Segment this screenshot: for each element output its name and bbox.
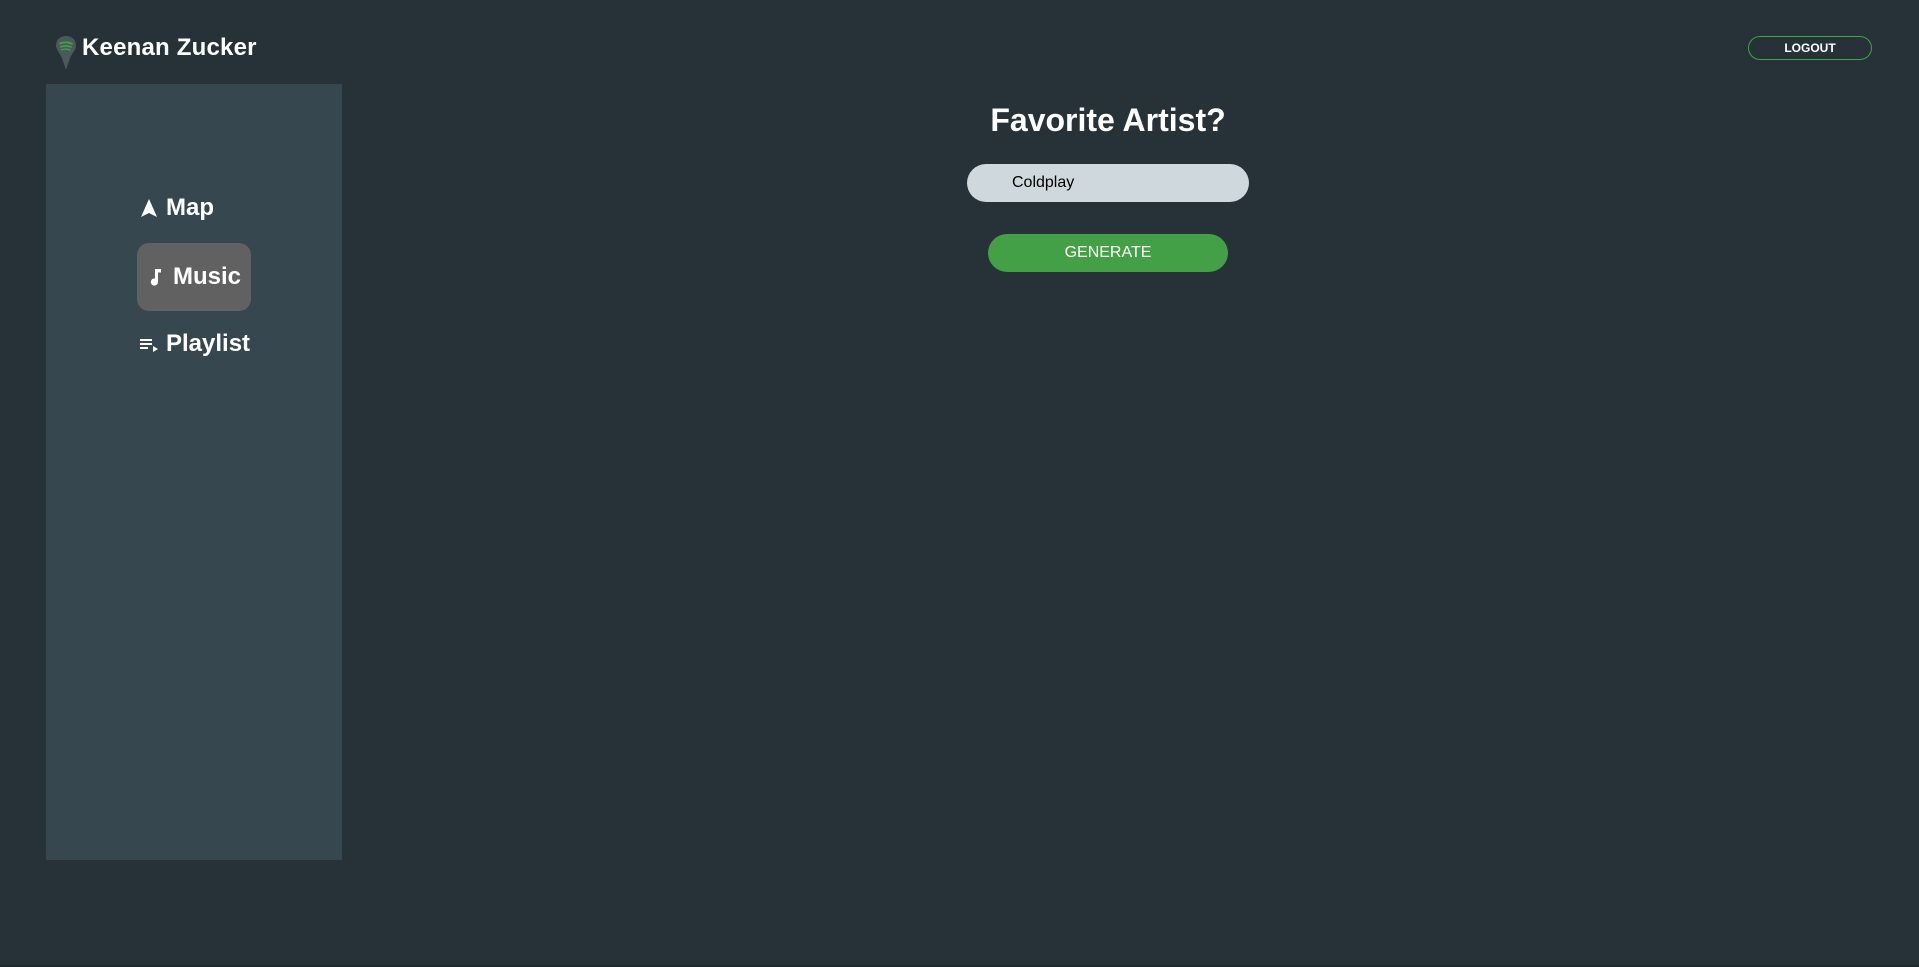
user-name: Keenan Zucker [82, 34, 257, 61]
page-title: Favorite Artist? [990, 102, 1226, 138]
sidebar-item-label: Playlist [166, 330, 251, 357]
spotify-map-pin-icon [56, 36, 76, 70]
sidebar-item-map[interactable]: Map [138, 194, 214, 222]
logout-button[interactable]: LOGOUT [1748, 36, 1872, 60]
playlist-icon [140, 339, 158, 352]
sidebar-item-label: Map [166, 194, 214, 221]
sidebar-item-playlist[interactable]: Playlist [138, 330, 250, 358]
navigation-arrow-icon [141, 199, 157, 217]
sidebar: Map Music Playlist [46, 84, 342, 860]
generate-button[interactable]: GENERATE [988, 234, 1228, 272]
app-root: Keenan Zucker LOGOUT Map Music Playlist [0, 0, 1919, 967]
sidebar-item-label: Music [172, 263, 241, 290]
artist-input[interactable] [967, 164, 1249, 202]
sidebar-item-music[interactable]: Music [137, 243, 251, 311]
music-note-icon [150, 269, 161, 286]
brand: Keenan Zucker [54, 34, 257, 72]
